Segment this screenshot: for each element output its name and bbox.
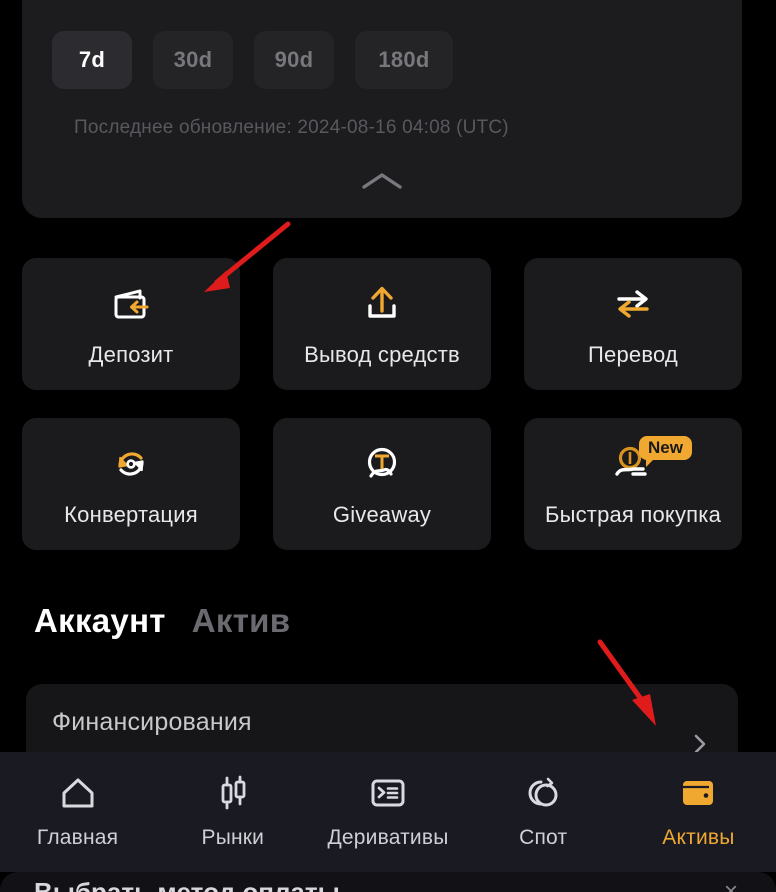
action-card-withdraw[interactable]: Вывод средств [273,258,491,390]
nav-label-derivatives: Деривативы [327,826,449,849]
range-button-180d[interactable]: 180d [355,31,453,89]
action-label-convert: Конвертация [64,502,198,527]
new-badge: New [639,436,692,467]
nav-item-assets[interactable]: Активы [621,752,776,850]
action-label-transfer: Перевод [588,342,678,367]
close-icon[interactable]: × [724,878,738,892]
spot-circles-icon [528,777,558,807]
action-card-deposit[interactable]: Депозит [22,258,240,390]
action-label-deposit: Депозит [88,342,174,367]
range-button-30d[interactable]: 30d [153,31,233,89]
action-label-giveaway: Giveaway [332,502,432,527]
range-button-30d-label: 30d [173,47,213,72]
nav-label-assets: Активы [662,826,735,849]
wallet-deposit-icon [114,289,149,319]
range-button-7d-label: 7d [78,47,106,72]
giveaway-coin-hand-icon [367,447,397,478]
nav-item-markets[interactable]: Рынки [155,752,310,850]
account-asset-tabs: Аккаунт Актив [34,602,290,640]
nav-label-home: Главная [36,826,119,849]
transfer-arrows-icon [617,290,649,318]
action-label-withdraw: Вывод средств [304,342,460,367]
range-button-180d-label: 180d [378,47,430,72]
nav-item-derivatives[interactable]: Деривативы [310,752,465,850]
tab-account[interactable]: Аккаунт [34,602,166,640]
range-button-7d[interactable]: 7d [52,31,132,89]
range-button-90d[interactable]: 90d [254,31,334,89]
candlestick-icon [221,775,246,810]
bottom-navigation-bar: Главная Рынки Деривативы Спот Активы [0,752,776,872]
action-card-giveaway[interactable]: Giveaway [273,418,491,550]
action-card-transfer[interactable]: Перевод [524,258,742,390]
upload-withdraw-icon [368,286,396,318]
time-range-selector: 7d 30d 90d 180d [52,31,453,89]
convert-refresh-icon [118,452,144,476]
last-update-text: Последнее обновление: 2024-08-16 04:08 (… [74,117,509,138]
sheet-title: Выбрать метод оплаты [34,877,340,892]
action-card-convert[interactable]: Конвертация [22,418,240,550]
app-screen: 7d 30d 90d 180d Последнее обновление: 20… [0,0,776,892]
payment-method-sheet: Выбрать метод оплаты × [0,872,776,892]
quick-actions-grid: Депозит Вывод средств Перевод Конвертаци… [22,258,742,550]
nav-item-home[interactable]: Главная [0,752,155,850]
portfolio-summary-card: 7d 30d 90d 180d Последнее обновление: 20… [22,0,742,218]
home-icon [62,778,94,808]
nav-label-markets: Рынки [201,826,265,849]
wallet-filled-icon [683,781,714,805]
tab-asset[interactable]: Актив [192,602,291,640]
list-terminal-icon [371,779,405,807]
action-card-quick-buy[interactable]: New Быстрая покупка [524,418,742,550]
nav-item-spot[interactable]: Спот [466,752,621,850]
nav-label-spot: Спот [519,826,568,849]
action-label-quick-buy: Быстрая покупка [544,502,722,527]
range-button-90d-label: 90d [274,47,314,72]
chevron-up-icon[interactable] [359,168,405,194]
funding-label: Финансирования [52,708,252,736]
